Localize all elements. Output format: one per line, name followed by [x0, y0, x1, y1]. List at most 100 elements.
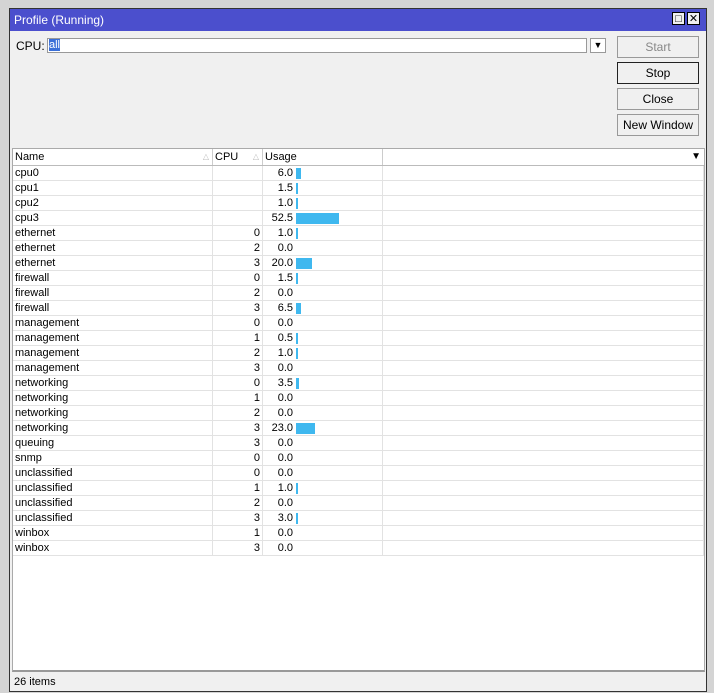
row-cpu: 2 — [213, 496, 263, 510]
row-name: unclassified — [13, 511, 213, 525]
row-cpu — [213, 196, 263, 210]
table-row[interactable]: firewall 2 0.0 — [13, 286, 704, 301]
usage-value: 0.0 — [277, 242, 293, 254]
usage-bar — [296, 227, 298, 239]
column-name[interactable]: Name △ — [13, 149, 213, 165]
row-cpu: 1 — [213, 331, 263, 345]
row-cpu: 3 — [213, 421, 263, 435]
row-usage: 1.0 — [263, 346, 383, 360]
usage-value: 1.0 — [277, 227, 293, 239]
column-usage[interactable]: Usage — [263, 149, 383, 165]
table-row[interactable]: cpu0 6.0 — [13, 166, 704, 181]
usage-value: 6.0 — [277, 167, 293, 179]
table-row[interactable]: networking 0 3.5 — [13, 376, 704, 391]
row-filler — [383, 526, 704, 540]
dropdown-arrow-icon[interactable]: ▼ — [590, 38, 606, 53]
row-usage: 3.5 — [263, 376, 383, 390]
row-name: unclassified — [13, 481, 213, 495]
table-row[interactable]: cpu2 1.0 — [13, 196, 704, 211]
table-row[interactable]: ethernet 3 20.0 — [13, 256, 704, 271]
usage-bar — [296, 182, 298, 194]
row-filler — [383, 301, 704, 315]
profile-window: Profile (Running) □ ✕ CPU: all ▼ Start S… — [9, 8, 707, 692]
row-usage: 0.0 — [263, 286, 383, 300]
sort-icon: △ — [202, 152, 209, 161]
row-name: networking — [13, 376, 213, 390]
start-button[interactable]: Start — [617, 36, 699, 58]
table-row[interactable]: ethernet 0 1.0 — [13, 226, 704, 241]
row-usage: 3.0 — [263, 511, 383, 525]
cpu-input[interactable]: all — [47, 38, 587, 53]
row-filler — [383, 331, 704, 345]
usage-value: 0.0 — [277, 287, 293, 299]
table-row[interactable]: firewall 0 1.5 — [13, 271, 704, 286]
usage-bar — [296, 212, 339, 224]
row-cpu: 1 — [213, 391, 263, 405]
row-name: ethernet — [13, 256, 213, 270]
title-bar[interactable]: Profile (Running) □ ✕ — [10, 9, 706, 31]
table-row[interactable]: winbox 3 0.0 — [13, 541, 704, 556]
column-name-label: Name — [15, 151, 45, 163]
table-row[interactable]: unclassified 0 0.0 — [13, 466, 704, 481]
table-row[interactable]: unclassified 2 0.0 — [13, 496, 704, 511]
table-row[interactable]: management 0 0.0 — [13, 316, 704, 331]
table-row[interactable]: queuing 3 0.0 — [13, 436, 704, 451]
usage-value: 0.0 — [277, 437, 293, 449]
close-icon[interactable]: ✕ — [687, 12, 700, 25]
table-row[interactable]: winbox 1 0.0 — [13, 526, 704, 541]
close-button[interactable]: Close — [617, 88, 699, 110]
row-cpu — [213, 181, 263, 195]
row-usage: 0.0 — [263, 541, 383, 555]
row-usage: 20.0 — [263, 256, 383, 270]
column-cpu[interactable]: CPU △ — [213, 149, 263, 165]
stop-button[interactable]: Stop — [617, 62, 699, 84]
table-row[interactable]: cpu1 1.5 — [13, 181, 704, 196]
table-row[interactable]: networking 2 0.0 — [13, 406, 704, 421]
table-row[interactable]: snmp 0 0.0 — [13, 451, 704, 466]
row-cpu — [213, 166, 263, 180]
new-window-button[interactable]: New Window — [617, 114, 699, 136]
row-filler — [383, 316, 704, 330]
row-name: cpu3 — [13, 211, 213, 225]
row-cpu: 3 — [213, 511, 263, 525]
usage-bar — [296, 332, 298, 344]
profile-table: Name △ CPU △ Usage ▼ cpu0 6.0 cpu1 1.5 cpu… — [12, 148, 705, 672]
column-menu-icon[interactable]: ▼ — [383, 149, 704, 165]
row-usage: 52.5 — [263, 211, 383, 225]
table-row[interactable]: networking 3 23.0 — [13, 421, 704, 436]
usage-value: 0.0 — [277, 362, 293, 374]
row-cpu: 3 — [213, 361, 263, 375]
row-name: firewall — [13, 301, 213, 315]
row-filler — [383, 286, 704, 300]
table-row[interactable]: cpu3 52.5 — [13, 211, 704, 226]
usage-value: 1.0 — [277, 347, 293, 359]
row-name: cpu1 — [13, 181, 213, 195]
sort-icon: △ — [252, 152, 259, 161]
row-filler — [383, 271, 704, 285]
table-row[interactable]: management 3 0.0 — [13, 361, 704, 376]
row-filler — [383, 346, 704, 360]
table-row[interactable]: ethernet 2 0.0 — [13, 241, 704, 256]
row-filler — [383, 481, 704, 495]
usage-value: 0.0 — [277, 497, 293, 509]
table-row[interactable]: unclassified 1 1.0 — [13, 481, 704, 496]
row-cpu: 2 — [213, 286, 263, 300]
row-cpu: 0 — [213, 466, 263, 480]
row-cpu: 2 — [213, 346, 263, 360]
row-filler — [383, 211, 704, 225]
usage-bar — [296, 257, 312, 269]
row-cpu: 0 — [213, 451, 263, 465]
table-row[interactable]: management 2 1.0 — [13, 346, 704, 361]
table-row[interactable]: management 1 0.5 — [13, 331, 704, 346]
row-name: ethernet — [13, 226, 213, 240]
row-usage: 1.0 — [263, 481, 383, 495]
maximize-icon[interactable]: □ — [672, 12, 685, 25]
row-name: networking — [13, 391, 213, 405]
table-row[interactable]: networking 1 0.0 — [13, 391, 704, 406]
table-row[interactable]: unclassified 3 3.0 — [13, 511, 704, 526]
row-usage: 6.5 — [263, 301, 383, 315]
usage-value: 1.5 — [277, 182, 293, 194]
row-filler — [383, 466, 704, 480]
table-row[interactable]: firewall 3 6.5 — [13, 301, 704, 316]
row-cpu: 0 — [213, 316, 263, 330]
